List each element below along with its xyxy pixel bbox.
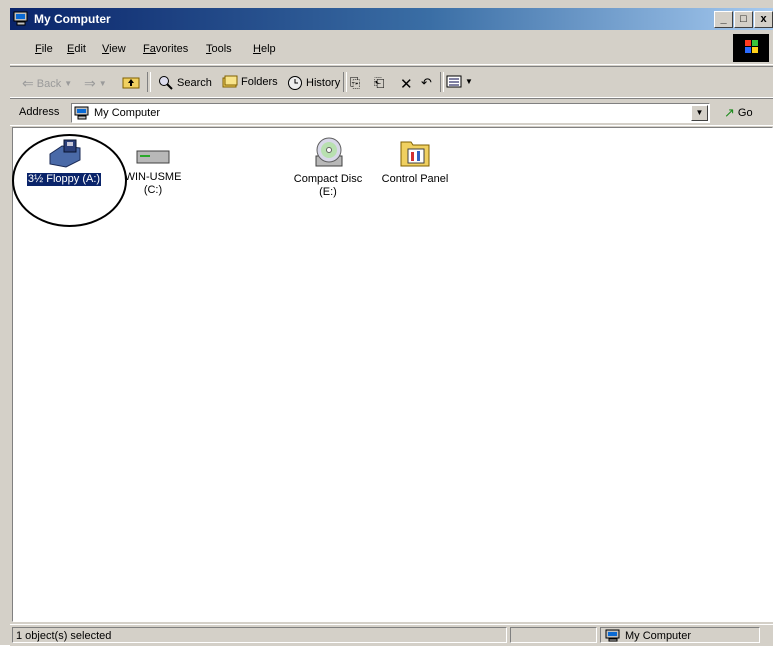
search-button[interactable]: Search (158, 75, 212, 91)
forward-arrow-icon: ⇒ (84, 75, 96, 91)
maximize-button[interactable]: □ (734, 11, 753, 28)
menu-view[interactable]: View (102, 43, 126, 55)
minimize-button[interactable]: _ (714, 11, 733, 28)
menu-favorites[interactable]: Favorites (143, 43, 188, 55)
my-computer-icon (74, 106, 89, 120)
menu-bar: File Edit View Favorites Tools Help (10, 32, 773, 65)
standard-toolbar: ⇐ Back ▼ ⇒ ▼ Search Folders History ⎘ ⎗ … (10, 66, 773, 98)
menu-favorites-label: vorites (155, 43, 189, 55)
control-panel-icon (400, 141, 430, 167)
back-arrow-icon: ⇐ (22, 75, 34, 91)
drive-label: WIN-USME (124, 171, 182, 183)
menu-file-accel: F (35, 43, 42, 55)
drive-label: Compact Disc (293, 173, 363, 185)
drive-letter: (C:) (143, 184, 163, 196)
status-bar: 1 object(s) selected My Computer (10, 624, 773, 646)
search-icon (159, 76, 173, 90)
status-zone: My Computer (600, 627, 760, 643)
menu-tools[interactable]: Tools (206, 43, 232, 55)
folders-icon (222, 75, 238, 88)
drive-letter: (E:) (319, 186, 337, 198)
forward-button[interactable]: ⇒ ▼ (84, 75, 107, 92)
back-label: Back (36, 77, 62, 90)
my-computer-icon (605, 629, 620, 642)
toolbar-separator (147, 72, 151, 92)
address-label: Address (19, 106, 60, 118)
control-panel-label: Control Panel (381, 173, 449, 185)
status-panel-empty (510, 627, 597, 643)
menu-file-label: ile (41, 43, 53, 55)
delete-icon: ✕ (400, 76, 413, 93)
explorer-window: My Computer _ □ x File Edit View Favorit… (0, 0, 773, 646)
control-panel-item[interactable]: Control Panel (375, 136, 455, 186)
menu-view-label: iew (109, 43, 126, 55)
window-title: My Computer (34, 12, 111, 26)
back-dropdown-icon: ▼ (64, 79, 73, 88)
address-value: My Computer (94, 107, 161, 119)
views-button[interactable]: ▼ (446, 75, 473, 88)
address-dropdown-button[interactable]: ▼ (691, 105, 708, 121)
toolbar-separator (440, 72, 444, 92)
drive-item-c[interactable]: WIN-USME (C:) (113, 146, 193, 197)
menu-edit[interactable]: Edit (67, 43, 86, 55)
my-computer-icon (13, 11, 28, 26)
folders-button[interactable]: Folders (222, 75, 278, 89)
back-button[interactable]: ⇐ Back ▼ (22, 75, 72, 92)
menu-favorites-accel: Fa (143, 43, 156, 55)
views-dropdown-icon: ▼ (465, 77, 473, 86)
file-view[interactable]: 3½ Floppy (A:) WIN-USME (C:) Compact Dis… (12, 127, 773, 622)
go-button[interactable]: ↗ Go (724, 105, 753, 121)
move-to-icon: ⎘ (350, 75, 361, 90)
status-zone-label: My Computer (625, 630, 692, 642)
delete-button[interactable]: ✕ (400, 75, 413, 93)
close-button[interactable]: x (754, 11, 773, 28)
annotation-circle (12, 134, 127, 227)
undo-button[interactable]: ↶ (421, 75, 432, 91)
toolbar-separator (343, 72, 347, 92)
hard-drive-icon (136, 150, 170, 164)
drive-item-cd[interactable]: Compact Disc (E:) (285, 136, 371, 199)
menu-help[interactable]: Help (253, 43, 276, 55)
windows-flag-icon (745, 40, 758, 53)
menu-file[interactable]: File (35, 43, 53, 55)
forward-dropdown-icon: ▼ (98, 79, 107, 88)
undo-icon: ↶ (421, 75, 432, 90)
address-input[interactable]: My Computer ▼ (71, 103, 710, 123)
up-button[interactable] (122, 75, 140, 89)
folders-label: Folders (241, 76, 278, 88)
go-label: Go (737, 107, 753, 119)
title-bar[interactable]: My Computer _ □ x (10, 8, 773, 30)
cd-drive-icon (315, 137, 343, 167)
history-button[interactable]: History (287, 75, 340, 91)
windows-logo (733, 34, 769, 62)
history-label: History (306, 77, 341, 89)
menu-edit-label: dit (74, 43, 86, 55)
status-text: 1 object(s) selected (12, 627, 507, 643)
menu-help-label: elp (260, 43, 276, 55)
move-to-button[interactable]: ⎘ (350, 75, 360, 91)
copy-to-button[interactable]: ⎗ (374, 75, 384, 91)
up-folder-icon (122, 77, 140, 89)
history-icon (288, 76, 302, 90)
menu-tools-label: ools (211, 43, 232, 55)
go-arrow-icon: ↗ (724, 105, 735, 120)
search-label: Search (177, 77, 212, 89)
copy-to-icon: ⎗ (374, 75, 385, 90)
menu-help-accel: H (253, 43, 261, 55)
address-bar: Address My Computer ▼ ↗ Go (10, 98, 773, 126)
views-icon (446, 75, 462, 88)
